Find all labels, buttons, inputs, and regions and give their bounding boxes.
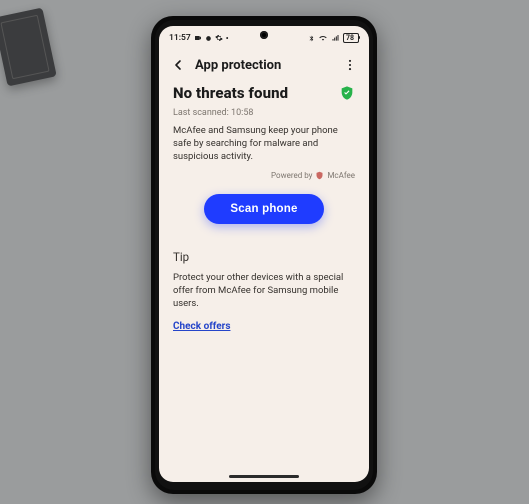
more-options-button[interactable] xyxy=(341,56,359,74)
camera-indicator-icon xyxy=(194,34,202,42)
background-object xyxy=(0,8,57,87)
content-area: No threats found Last scanned: 10:58 McA… xyxy=(159,80,369,333)
app-bar: App protection xyxy=(159,48,369,80)
more-vertical-icon xyxy=(343,58,357,72)
status-heading: No threats found xyxy=(173,84,288,102)
powered-by-brand: McAfee xyxy=(327,171,355,180)
bluetooth-icon xyxy=(308,34,315,43)
chevron-left-icon xyxy=(170,57,186,73)
page-title: App protection xyxy=(195,58,333,73)
screen: 11:57 • xyxy=(159,26,369,482)
signal-icon xyxy=(331,34,340,42)
settings-indicator-icon xyxy=(215,34,223,42)
tip-body: Protect your other devices with a specia… xyxy=(173,272,355,310)
battery-level: 78 xyxy=(346,34,354,42)
shield-check-icon xyxy=(339,85,355,101)
tip-heading: Tip xyxy=(173,250,355,264)
check-offers-link[interactable]: Check offers xyxy=(173,321,230,332)
powered-by-row: Powered by McAfee xyxy=(173,171,355,180)
more-notifications-icon: • xyxy=(226,34,229,43)
battery-indicator: 78 xyxy=(343,33,359,43)
status-time: 11:57 xyxy=(169,33,191,43)
status-heading-row: No threats found xyxy=(173,84,355,102)
tip-section: Tip Protect your other devices with a sp… xyxy=(173,250,355,332)
home-indicator[interactable] xyxy=(229,475,299,478)
back-button[interactable] xyxy=(169,56,187,74)
scan-phone-button[interactable]: Scan phone xyxy=(204,194,323,224)
powered-by-label: Powered by xyxy=(271,171,312,180)
last-scanned-text: Last scanned: 10:58 xyxy=(173,108,355,118)
scan-button-row: Scan phone xyxy=(173,194,355,224)
phone-frame: 11:57 • xyxy=(151,16,377,494)
protection-description: McAfee and Samsung keep your phone safe … xyxy=(173,125,355,163)
wifi-icon xyxy=(318,34,328,42)
front-camera xyxy=(260,31,268,39)
mcafee-logo-icon xyxy=(315,171,324,180)
notification-dot-icon xyxy=(205,35,212,42)
